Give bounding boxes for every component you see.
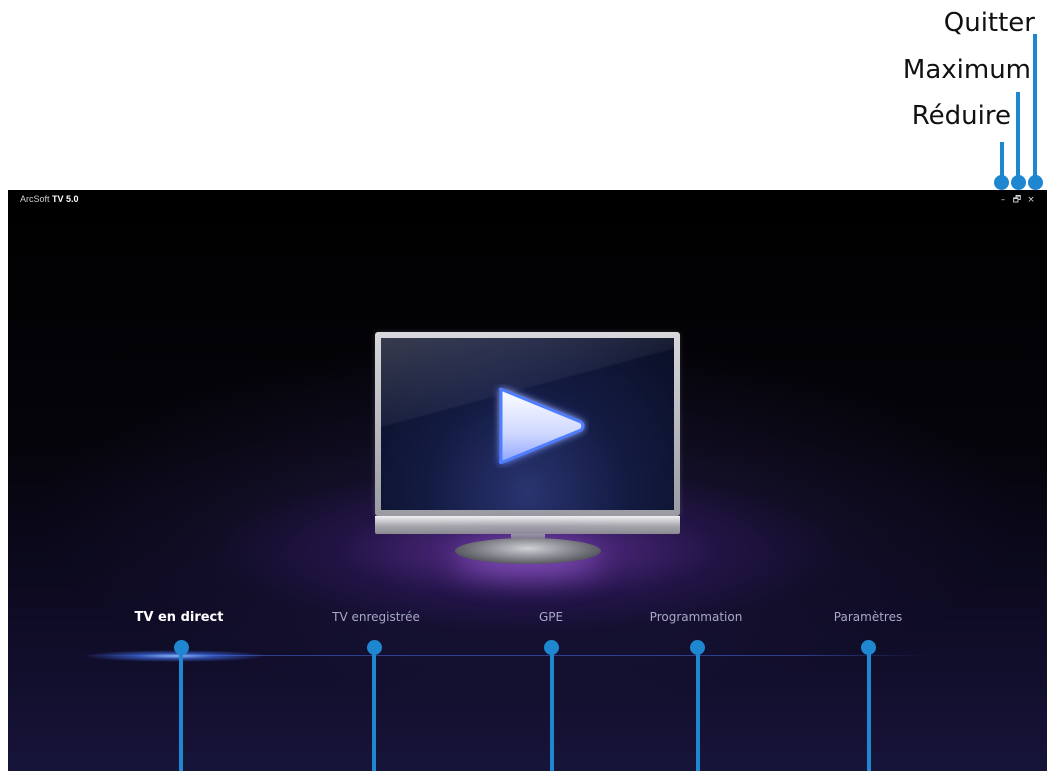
app-title: ArcSoft TV 5.0 — [20, 194, 79, 204]
callout-dot-parametres — [861, 640, 876, 655]
quitter-callout-label: Quitter — [943, 8, 1035, 38]
maximum-callout-label: Maximum — [902, 55, 1031, 85]
callout-dot-tv-enregistree — [367, 640, 382, 655]
callout-line-parametres — [867, 648, 871, 771]
reduire-callout-label: Réduire — [911, 101, 1011, 131]
callout-dot-reduire — [994, 175, 1009, 190]
maximum-callout-line — [1016, 92, 1020, 182]
nav-item-tv-en-direct[interactable]: TV en direct — [135, 610, 224, 625]
callout-line-programmation — [696, 648, 700, 771]
callout-dot-tv-en-direct — [174, 640, 189, 655]
callout-line-gpe — [550, 648, 554, 771]
tv-stand-base — [455, 538, 601, 564]
callout-dot-programmation — [690, 640, 705, 655]
close-button[interactable]: × — [1025, 194, 1037, 206]
tv-screen — [381, 338, 674, 510]
play-icon[interactable] — [491, 384, 589, 468]
minimize-button[interactable]: – — [997, 194, 1009, 206]
nav-item-programmation[interactable]: Programmation — [650, 610, 743, 624]
restore-button[interactable]: 🗗 — [1011, 194, 1023, 206]
tv-illustration[interactable] — [375, 332, 680, 572]
callout-dot-quitter — [1028, 175, 1043, 190]
callout-dot-gpe — [544, 640, 559, 655]
callout-dot-maximum — [1011, 175, 1026, 190]
quitter-callout-line — [1033, 34, 1037, 182]
tv-frame — [375, 332, 680, 516]
nav-item-tv-enregistree[interactable]: TV enregistrée — [332, 610, 420, 624]
nav-item-parametres[interactable]: Paramètres — [834, 610, 902, 624]
callout-line-tv-en-direct — [179, 648, 183, 771]
callout-line-tv-enregistree — [372, 648, 376, 771]
app-title-prefix: ArcSoft — [20, 194, 50, 204]
nav-item-gpe[interactable]: GPE — [539, 610, 563, 624]
app-title-product: TV 5.0 — [52, 194, 79, 204]
app-window: ArcSoft TV 5.0 – 🗗 × TV en direct TV enr… — [8, 190, 1047, 771]
tv-speaker-bar — [375, 516, 680, 534]
